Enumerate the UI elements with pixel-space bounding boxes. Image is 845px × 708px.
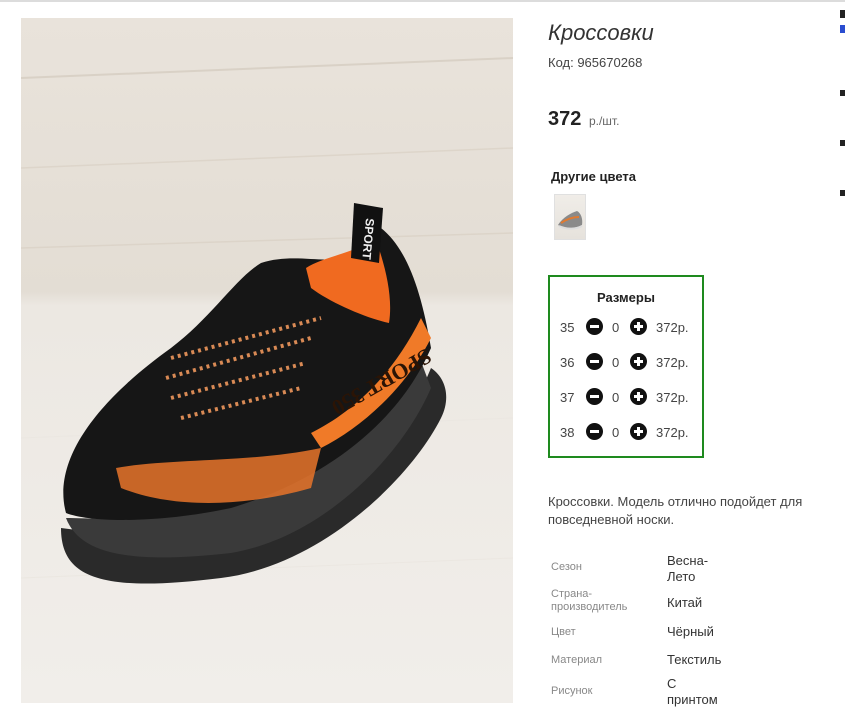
size-quantity: 0 bbox=[612, 355, 620, 370]
plus-icon[interactable] bbox=[630, 353, 647, 370]
plus-icon[interactable] bbox=[630, 423, 647, 440]
minus-icon[interactable] bbox=[586, 318, 603, 335]
product-code: Код: 965670268 bbox=[548, 55, 643, 70]
property-key: Цвет bbox=[551, 626, 576, 638]
property-key: Страна-производитель bbox=[551, 588, 628, 613]
cropped-edge-content bbox=[840, 90, 845, 96]
minus-icon[interactable] bbox=[586, 388, 603, 405]
size-quantity: 0 bbox=[612, 425, 620, 440]
minus-icon[interactable] bbox=[586, 353, 603, 370]
property-value: Весна-Лето bbox=[667, 553, 709, 584]
size-quantity: 0 bbox=[612, 390, 620, 405]
size-price: 372р. bbox=[656, 390, 689, 405]
cropped-edge-content bbox=[840, 140, 845, 146]
product-price: 372 р./шт. bbox=[548, 108, 619, 131]
sizes-box: Размеры 35 0 372р. 36 0 372р. 37 0 372р.… bbox=[548, 275, 704, 458]
property-value: Китай bbox=[667, 595, 703, 610]
size-price: 372р. bbox=[656, 425, 689, 440]
property-key: Сезон bbox=[551, 561, 582, 573]
size-row: 36 0 372р. bbox=[560, 353, 700, 373]
property-value: Текстиль bbox=[667, 652, 722, 667]
property-value: С принтом bbox=[667, 676, 718, 707]
price-unit: р./шт. bbox=[588, 114, 620, 128]
size-label: 36 bbox=[560, 355, 575, 370]
color-swatch-thumbnail[interactable] bbox=[554, 194, 586, 240]
size-quantity: 0 bbox=[612, 320, 620, 335]
size-row: 35 0 372р. bbox=[560, 318, 700, 338]
product-title: Кроссовки bbox=[548, 20, 654, 45]
sneaker-thumbnail-icon bbox=[558, 211, 583, 230]
size-row: 38 0 372р. bbox=[560, 423, 700, 443]
minus-icon[interactable] bbox=[586, 423, 603, 440]
property-key: Материал bbox=[551, 654, 602, 666]
other-colors-heading: Другие цвета bbox=[551, 169, 636, 184]
size-row: 37 0 372р. bbox=[560, 388, 700, 408]
sneaker-illustration: SPORT SPORT 350 bbox=[21, 57, 513, 584]
product-description: Кроссовки. Модель отлично подойдет для п… bbox=[548, 494, 803, 527]
property-value: Чёрный bbox=[667, 624, 714, 639]
size-label: 38 bbox=[560, 425, 575, 440]
size-label: 35 bbox=[560, 320, 575, 335]
size-price: 372р. bbox=[656, 320, 689, 335]
sizes-heading: Размеры bbox=[597, 290, 655, 305]
price-value: 372 bbox=[548, 108, 582, 130]
cropped-edge-content bbox=[840, 190, 845, 196]
top-border bbox=[0, 0, 845, 2]
cropped-edge-content bbox=[840, 25, 845, 33]
product-image[interactable]: SPORT SPORT 350 bbox=[21, 18, 513, 703]
cropped-edge-content bbox=[840, 10, 845, 18]
plus-icon[interactable] bbox=[630, 388, 647, 405]
size-price: 372р. bbox=[656, 355, 689, 370]
size-label: 37 bbox=[560, 390, 575, 405]
plus-icon[interactable] bbox=[630, 318, 647, 335]
property-key: Рисунок bbox=[551, 685, 593, 697]
